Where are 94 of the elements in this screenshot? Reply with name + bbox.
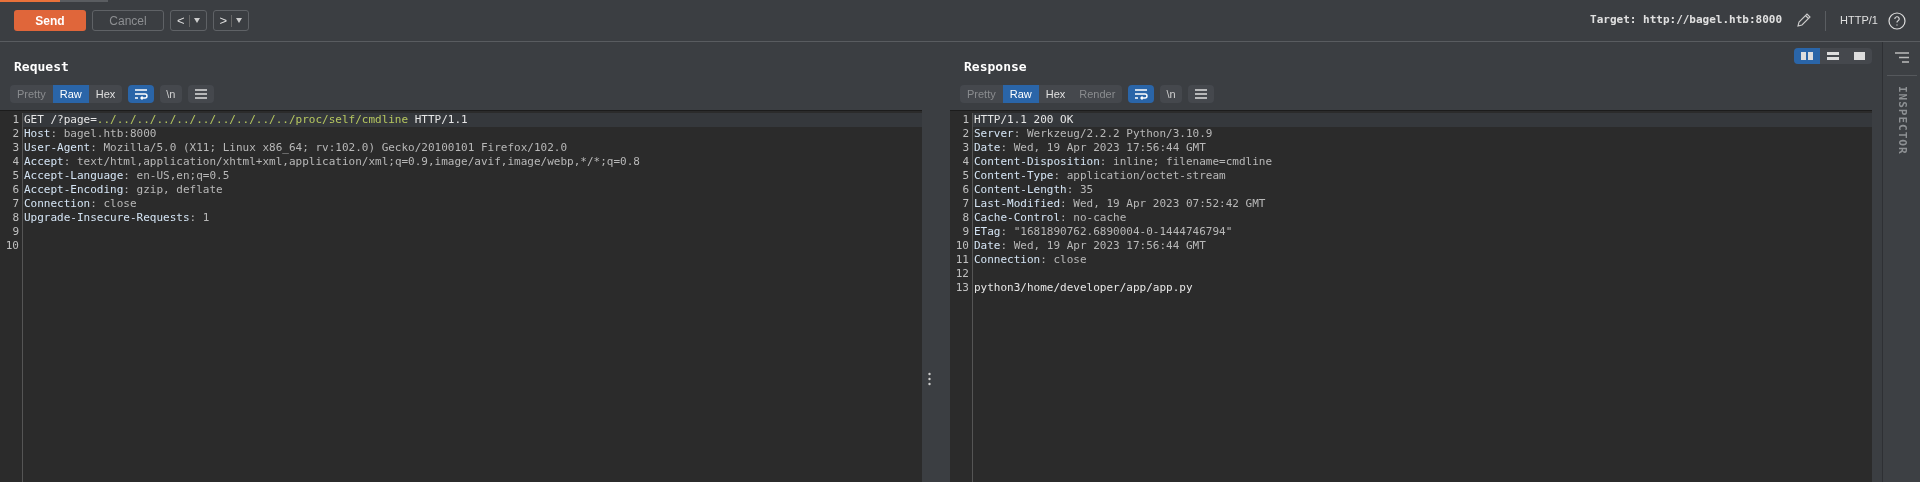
line-number: 13 — [955, 281, 969, 295]
help-icon[interactable] — [1888, 11, 1906, 30]
code-text: Upgrade-Insecure-Requests — [24, 211, 190, 225]
pencil-icon[interactable] — [1796, 13, 1812, 28]
code-text: Date — [974, 141, 1001, 155]
code-text: Cache-Control — [974, 211, 1061, 225]
code-text: : Mozilla/5.0 (X11; Linux x86_64; rv:102.0) Gecko/20100101 Firefox/102.0 — [90, 141, 568, 155]
code-text: Connection — [974, 253, 1041, 267]
line-number: 4 — [12, 155, 19, 169]
code-text: : Wed, 19 Apr 2023 17:56:44 GMT — [1000, 239, 1206, 253]
line-number: 6 — [962, 183, 969, 197]
panel-title: Response — [964, 57, 1027, 76]
code-text: : close — [90, 197, 137, 211]
inspector-tab[interactable]: INSPECTOR — [1893, 86, 1910, 155]
columns-icon — [1801, 52, 1813, 60]
code-text: Host — [24, 127, 51, 141]
code-text: : "1681890762.6890004-0-1444746794" — [1000, 225, 1233, 239]
code-text: : close — [1040, 253, 1087, 267]
code-text: Server — [974, 127, 1014, 141]
view-tab[interactable]: Hex — [1038, 85, 1073, 103]
line-number: 3 — [962, 141, 969, 155]
code-text: : application/octet-stream — [1053, 169, 1226, 183]
code-text: Content-Type — [974, 169, 1054, 183]
code-text: HTTP/1.1 200 OK — [974, 113, 1074, 127]
code-text: : no-cache — [1060, 211, 1127, 225]
line-number: 9 — [962, 225, 969, 239]
layout-button[interactable] — [1794, 48, 1820, 64]
code-text: Date — [974, 239, 1001, 253]
code-text: python3/home/developer/app/app.py — [974, 281, 1193, 295]
code-text: : text/html,application/xhtml+xml,application/xml;q=0.9,image/avif,image/webp,*/*;q=0.8 — [63, 155, 640, 169]
forward-button[interactable]: > — [212, 10, 250, 31]
code-text: : bagel.htb:8000 — [50, 127, 157, 141]
code-text: Accept-Encoding — [24, 183, 124, 197]
line-number: 7 — [12, 197, 19, 211]
line-number: 5 — [962, 169, 969, 183]
code-text: Last-Modified — [974, 197, 1061, 211]
code-text: Accept-Language — [24, 169, 124, 183]
menu-icon — [194, 89, 207, 99]
code-text: Accept — [24, 155, 64, 169]
line-number: 5 — [12, 169, 19, 183]
line-number: 8 — [12, 211, 19, 225]
caret-icon — [236, 18, 243, 23]
line-number: 10 — [5, 239, 19, 253]
wrap-toggle[interactable] — [1128, 85, 1155, 103]
panel-title: Request — [14, 57, 69, 76]
line-number: 4 — [962, 155, 969, 169]
code-text: : 1 — [189, 211, 210, 225]
code-text: Content-Disposition — [974, 155, 1100, 169]
caret-icon — [193, 18, 200, 23]
line-number: 7 — [962, 197, 969, 211]
code-text: : Werkzeug/2.2.2 Python/3.10.9 — [1013, 127, 1213, 141]
wrap-toggle[interactable] — [128, 85, 155, 103]
newline-toggle[interactable]: \n — [160, 85, 182, 103]
line-number: 2 — [12, 127, 19, 141]
line-number: 2 — [962, 127, 969, 141]
code-text: : gzip, deflate — [123, 183, 223, 197]
code-text: : 35 — [1066, 183, 1094, 197]
menu-button[interactable] — [1187, 85, 1214, 103]
single-pane-icon — [1853, 52, 1865, 60]
send-button[interactable]: Send — [14, 10, 86, 31]
view-tab[interactable]: Raw — [52, 85, 89, 103]
code-text: : inline; filename=cmdline — [1099, 155, 1273, 169]
menu-button[interactable] — [187, 85, 214, 103]
code-text: : en-US,en;q=0.5 — [123, 169, 230, 183]
line-number: 10 — [955, 239, 969, 253]
code-text: Connection — [24, 197, 91, 211]
code-text: HTTP/1.1 — [413, 113, 468, 127]
wrap-icon — [1134, 88, 1149, 100]
code-text: : Wed, 19 Apr 2023 07:52:42 GMT — [1060, 197, 1266, 211]
back-button[interactable]: < — [170, 10, 207, 31]
newline-toggle[interactable]: \n — [1160, 85, 1182, 103]
line-number: 3 — [12, 141, 19, 155]
line-number: 11 — [955, 253, 969, 267]
rows-icon — [1827, 52, 1839, 60]
line-number: 8 — [962, 211, 969, 225]
code-text: ../../../../../../../../../../proc/self/cmdline — [96, 113, 409, 127]
code-text: User-Agent — [24, 141, 91, 155]
line-number: 9 — [12, 225, 19, 239]
line-number: 12 — [955, 267, 969, 281]
target-label: Target: http://bagel.htb:8000 — [1590, 12, 1783, 29]
drag-handle-icon[interactable] — [928, 372, 931, 386]
line-number: 1 — [962, 113, 969, 127]
code-text: Content-Length — [974, 183, 1067, 197]
protocol-label[interactable]: HTTP/1 — [1840, 12, 1878, 29]
code-text: GET /?page= — [24, 113, 97, 127]
line-number: 1 — [12, 113, 19, 127]
menu-icon — [1194, 89, 1207, 99]
view-tab[interactable]: Raw — [1002, 85, 1039, 103]
code-text: : Wed, 19 Apr 2023 17:56:44 GMT — [1000, 141, 1206, 155]
view-tab[interactable]: Hex — [88, 85, 123, 103]
code-text: ETag — [974, 225, 1001, 239]
list-icon[interactable] — [1894, 52, 1909, 63]
line-number: 6 — [12, 183, 19, 197]
wrap-icon — [134, 88, 149, 100]
